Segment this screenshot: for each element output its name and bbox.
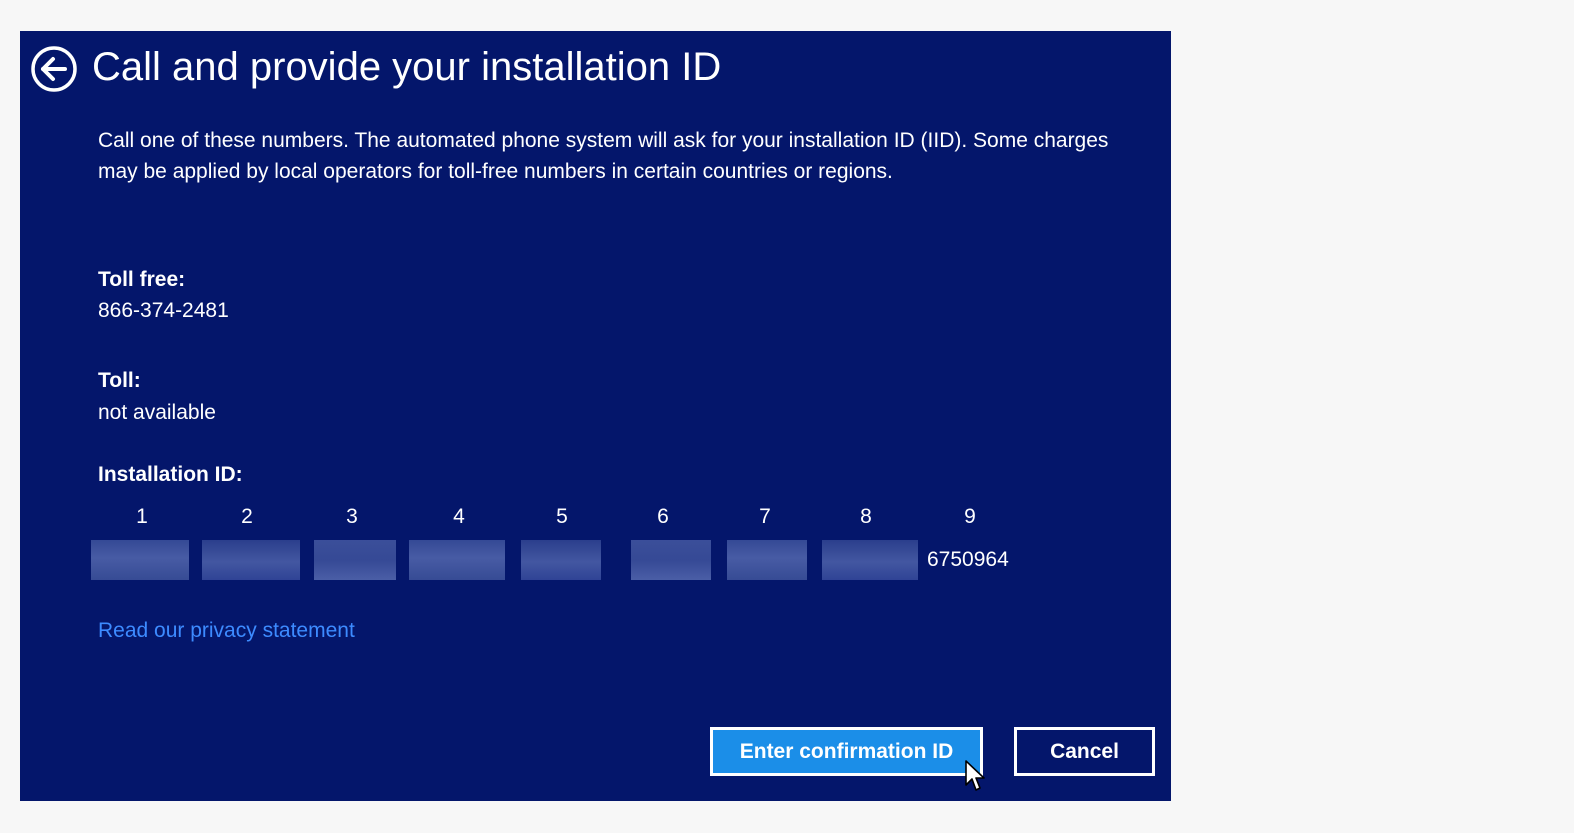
- installation-id-block-redacted: [202, 540, 300, 580]
- back-button[interactable]: [30, 45, 78, 93]
- toll-free-number: 866-374-2481: [98, 299, 229, 322]
- installation-id-column-number: 2: [241, 505, 253, 528]
- activation-dialog: Call and provide your installation ID Ca…: [20, 31, 1171, 801]
- installation-id-block-redacted: [822, 540, 918, 580]
- toll-value: not available: [98, 401, 216, 424]
- installation-id-block-redacted: [91, 540, 189, 580]
- installation-id-block-9: 6750964: [927, 548, 1009, 571]
- installation-id-block-redacted: [314, 540, 396, 580]
- installation-id-block-redacted: [631, 540, 711, 580]
- installation-id-column-number: 4: [453, 505, 465, 528]
- enter-confirmation-id-button[interactable]: Enter confirmation ID: [710, 727, 983, 776]
- privacy-statement-link[interactable]: Read our privacy statement: [98, 617, 355, 645]
- installation-id-label: Installation ID:: [98, 463, 243, 486]
- toll-label: Toll:: [98, 369, 141, 392]
- installation-id-column-number: 6: [657, 505, 669, 528]
- installation-id-column-number: 3: [346, 505, 358, 528]
- installation-id-block-redacted: [521, 540, 601, 580]
- instructions-text: Call one of these numbers. The automated…: [98, 129, 1109, 183]
- installation-id-block-redacted: [409, 540, 505, 580]
- installation-id-column-number: 5: [556, 505, 568, 528]
- installation-id-block-redacted: [727, 540, 807, 580]
- installation-id-column-number: 7: [759, 505, 771, 528]
- installation-id-column-number: 1: [136, 505, 148, 528]
- mouse-pointer-icon: [965, 760, 985, 791]
- installation-id-column-number: 9: [964, 505, 976, 528]
- installation-id-column-number: 8: [860, 505, 872, 528]
- toll-free-label: Toll free:: [98, 268, 186, 291]
- back-arrow-circle-icon: [31, 46, 77, 92]
- cancel-button[interactable]: Cancel: [1014, 727, 1155, 776]
- page-title: Call and provide your installation ID: [92, 45, 722, 89]
